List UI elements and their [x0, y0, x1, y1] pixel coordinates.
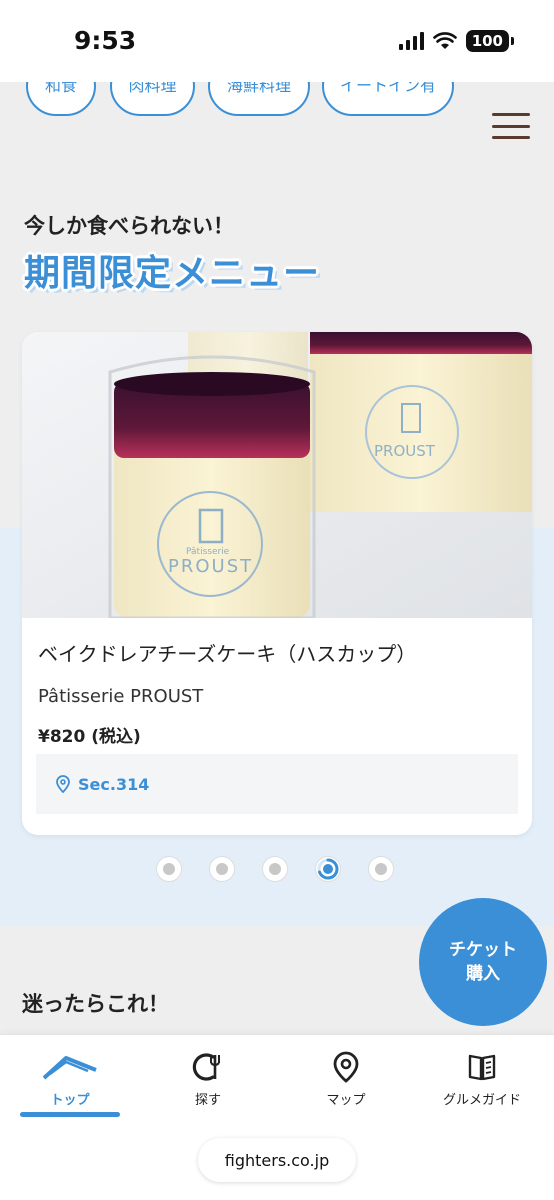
nav-label: グルメガイド [442, 1093, 521, 1108]
status-icons: 100 [398, 30, 514, 52]
location-box: Sec.314 [36, 754, 518, 814]
ticket-button-line2: 購入 [466, 964, 500, 984]
carousel-dot[interactable] [156, 856, 182, 882]
nav-label: マップ [326, 1093, 366, 1108]
cheesecake-photo: PROUST Pâtisserie PROUST [22, 332, 532, 618]
search-dining-icon [192, 1053, 220, 1081]
svg-text:PROUST: PROUST [374, 442, 436, 460]
menu-item-name: ベイクドレアチーズケーキ（ハスカップ） [38, 642, 417, 666]
section-subtitle: 今しか食べられない！ [24, 214, 234, 238]
carousel-dot[interactable] [368, 856, 394, 882]
status-time: 9:53 [74, 26, 137, 55]
wifi-icon [432, 32, 457, 49]
nav-item-gourmet-guide[interactable]: グルメガイド [422, 1049, 542, 1108]
section2-title: 迷ったらこれ！ [22, 992, 169, 1016]
status-bar: 9:53 100 [0, 0, 554, 82]
carousel-dot[interactable] [262, 856, 288, 882]
shop-name: Pâtisserie PROUST [38, 686, 204, 707]
signal-icon [398, 32, 424, 50]
map-pin-icon [333, 1051, 359, 1083]
nav-item-map[interactable]: マップ [286, 1049, 406, 1108]
carousel-dot-active[interactable] [315, 856, 341, 882]
nav-label: 探す [194, 1093, 221, 1108]
nav-item-search[interactable]: 探す [148, 1049, 268, 1108]
ticket-purchase-button[interactable]: チケット 購入 [419, 898, 547, 1026]
nav-item-top[interactable]: トップ [10, 1049, 130, 1108]
hamburger-menu-icon[interactable] [492, 113, 530, 139]
carousel-dots [156, 856, 394, 882]
book-icon [468, 1054, 496, 1081]
menu-card[interactable]: PROUST Pâtisserie PROUST ベイクドレアチーズケーキ（ハス… [22, 332, 532, 835]
nav-label: トップ [50, 1093, 90, 1108]
ticket-button-line1: チケット [449, 940, 517, 960]
svg-text:PROUST: PROUST [168, 556, 253, 577]
section-title: 期間限定メニュー [24, 253, 321, 294]
nav-active-indicator [20, 1112, 120, 1117]
location-pin-icon [56, 775, 70, 793]
menu-item-price: ¥820 (税込) [38, 727, 141, 747]
browser-url-bar[interactable]: fighters.co.jp [198, 1138, 356, 1182]
location-text: Sec.314 [78, 774, 150, 794]
battery-icon: 100 [465, 30, 514, 52]
progress-ring-icon [317, 858, 339, 880]
home-icon [42, 1056, 97, 1080]
battery-level: 100 [465, 30, 509, 52]
carousel-dot[interactable] [209, 856, 235, 882]
